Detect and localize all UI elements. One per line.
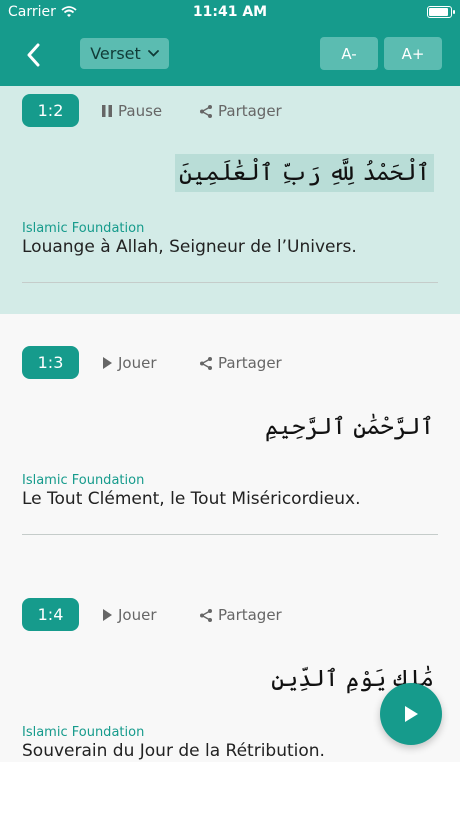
pause-icon [102,105,112,117]
play-fab-button[interactable] [380,683,442,745]
verse-number-badge[interactable]: 1:3 [22,346,79,379]
translation-source: Islamic Foundation [22,725,145,740]
pause-button[interactable]: Pause [101,102,162,120]
status-bar: Carrier 11:41 AM [0,0,460,24]
share-icon [200,608,212,622]
arabic-verse-text: ٱلْحَمْدُ لِلَّهِ رَبِّ ٱلْعَٰلَمِينَ [174,154,434,192]
verse-number-badge[interactable]: 1:2 [22,94,79,127]
share-label: Partager [218,606,282,624]
verse-item: 1:3 Jouer Partager ٱلرَّحْمَٰنِ ٱلرَّحِي… [0,314,460,566]
translation-text: Louange à Allah, Seigneur de l’Univers. [22,237,357,257]
font-increase-button[interactable]: A+ [384,37,442,70]
share-icon [200,104,212,118]
verse-divider [22,282,438,283]
translation-source: Islamic Foundation [22,473,145,488]
verse-number-badge[interactable]: 1:4 [22,598,79,631]
battery-icon [427,6,455,18]
chevron-down-icon [147,50,159,57]
play-label: Jouer [118,606,157,624]
app-screen: Carrier 11:41 AM Verset A- A+ 1:2 Pause … [0,0,460,818]
play-label: Jouer [118,354,157,372]
share-label: Partager [218,354,282,372]
play-icon [405,706,418,722]
top-toolbar: Verset A- A+ [0,24,460,86]
view-mode-label: Verset [90,44,141,63]
view-mode-dropdown[interactable]: Verset [80,38,169,69]
translation-text: Le Tout Clément, le Tout Miséricordieux. [22,489,361,509]
play-icon [103,357,112,369]
share-label: Partager [218,102,282,120]
verse-list: 1:2 Pause Partager ٱلْحَمْدُ لِلَّهِ رَب… [0,86,460,762]
play-button[interactable]: Jouer [101,606,157,624]
back-button[interactable] [18,40,48,70]
arabic-verse-text: ٱلرَّحْمَٰنِ ٱلرَّحِيمِ [264,414,434,440]
share-button[interactable]: Partager [199,102,282,120]
verse-item: 1:2 Pause Partager ٱلْحَمْدُ لِلَّهِ رَب… [0,86,460,338]
font-decrease-button[interactable]: A- [320,37,378,70]
status-time: 11:41 AM [192,4,268,20]
chevron-left-icon [27,43,40,67]
verse-divider [22,534,438,535]
translation-source: Islamic Foundation [22,221,145,236]
share-button[interactable]: Partager [199,606,282,624]
play-label: Pause [118,102,163,120]
translation-text: Souverain du Jour de la Rétribution. [22,741,325,761]
share-icon [200,356,212,370]
share-button[interactable]: Partager [199,354,282,372]
play-button[interactable]: Jouer [101,354,157,372]
play-icon [103,609,112,621]
